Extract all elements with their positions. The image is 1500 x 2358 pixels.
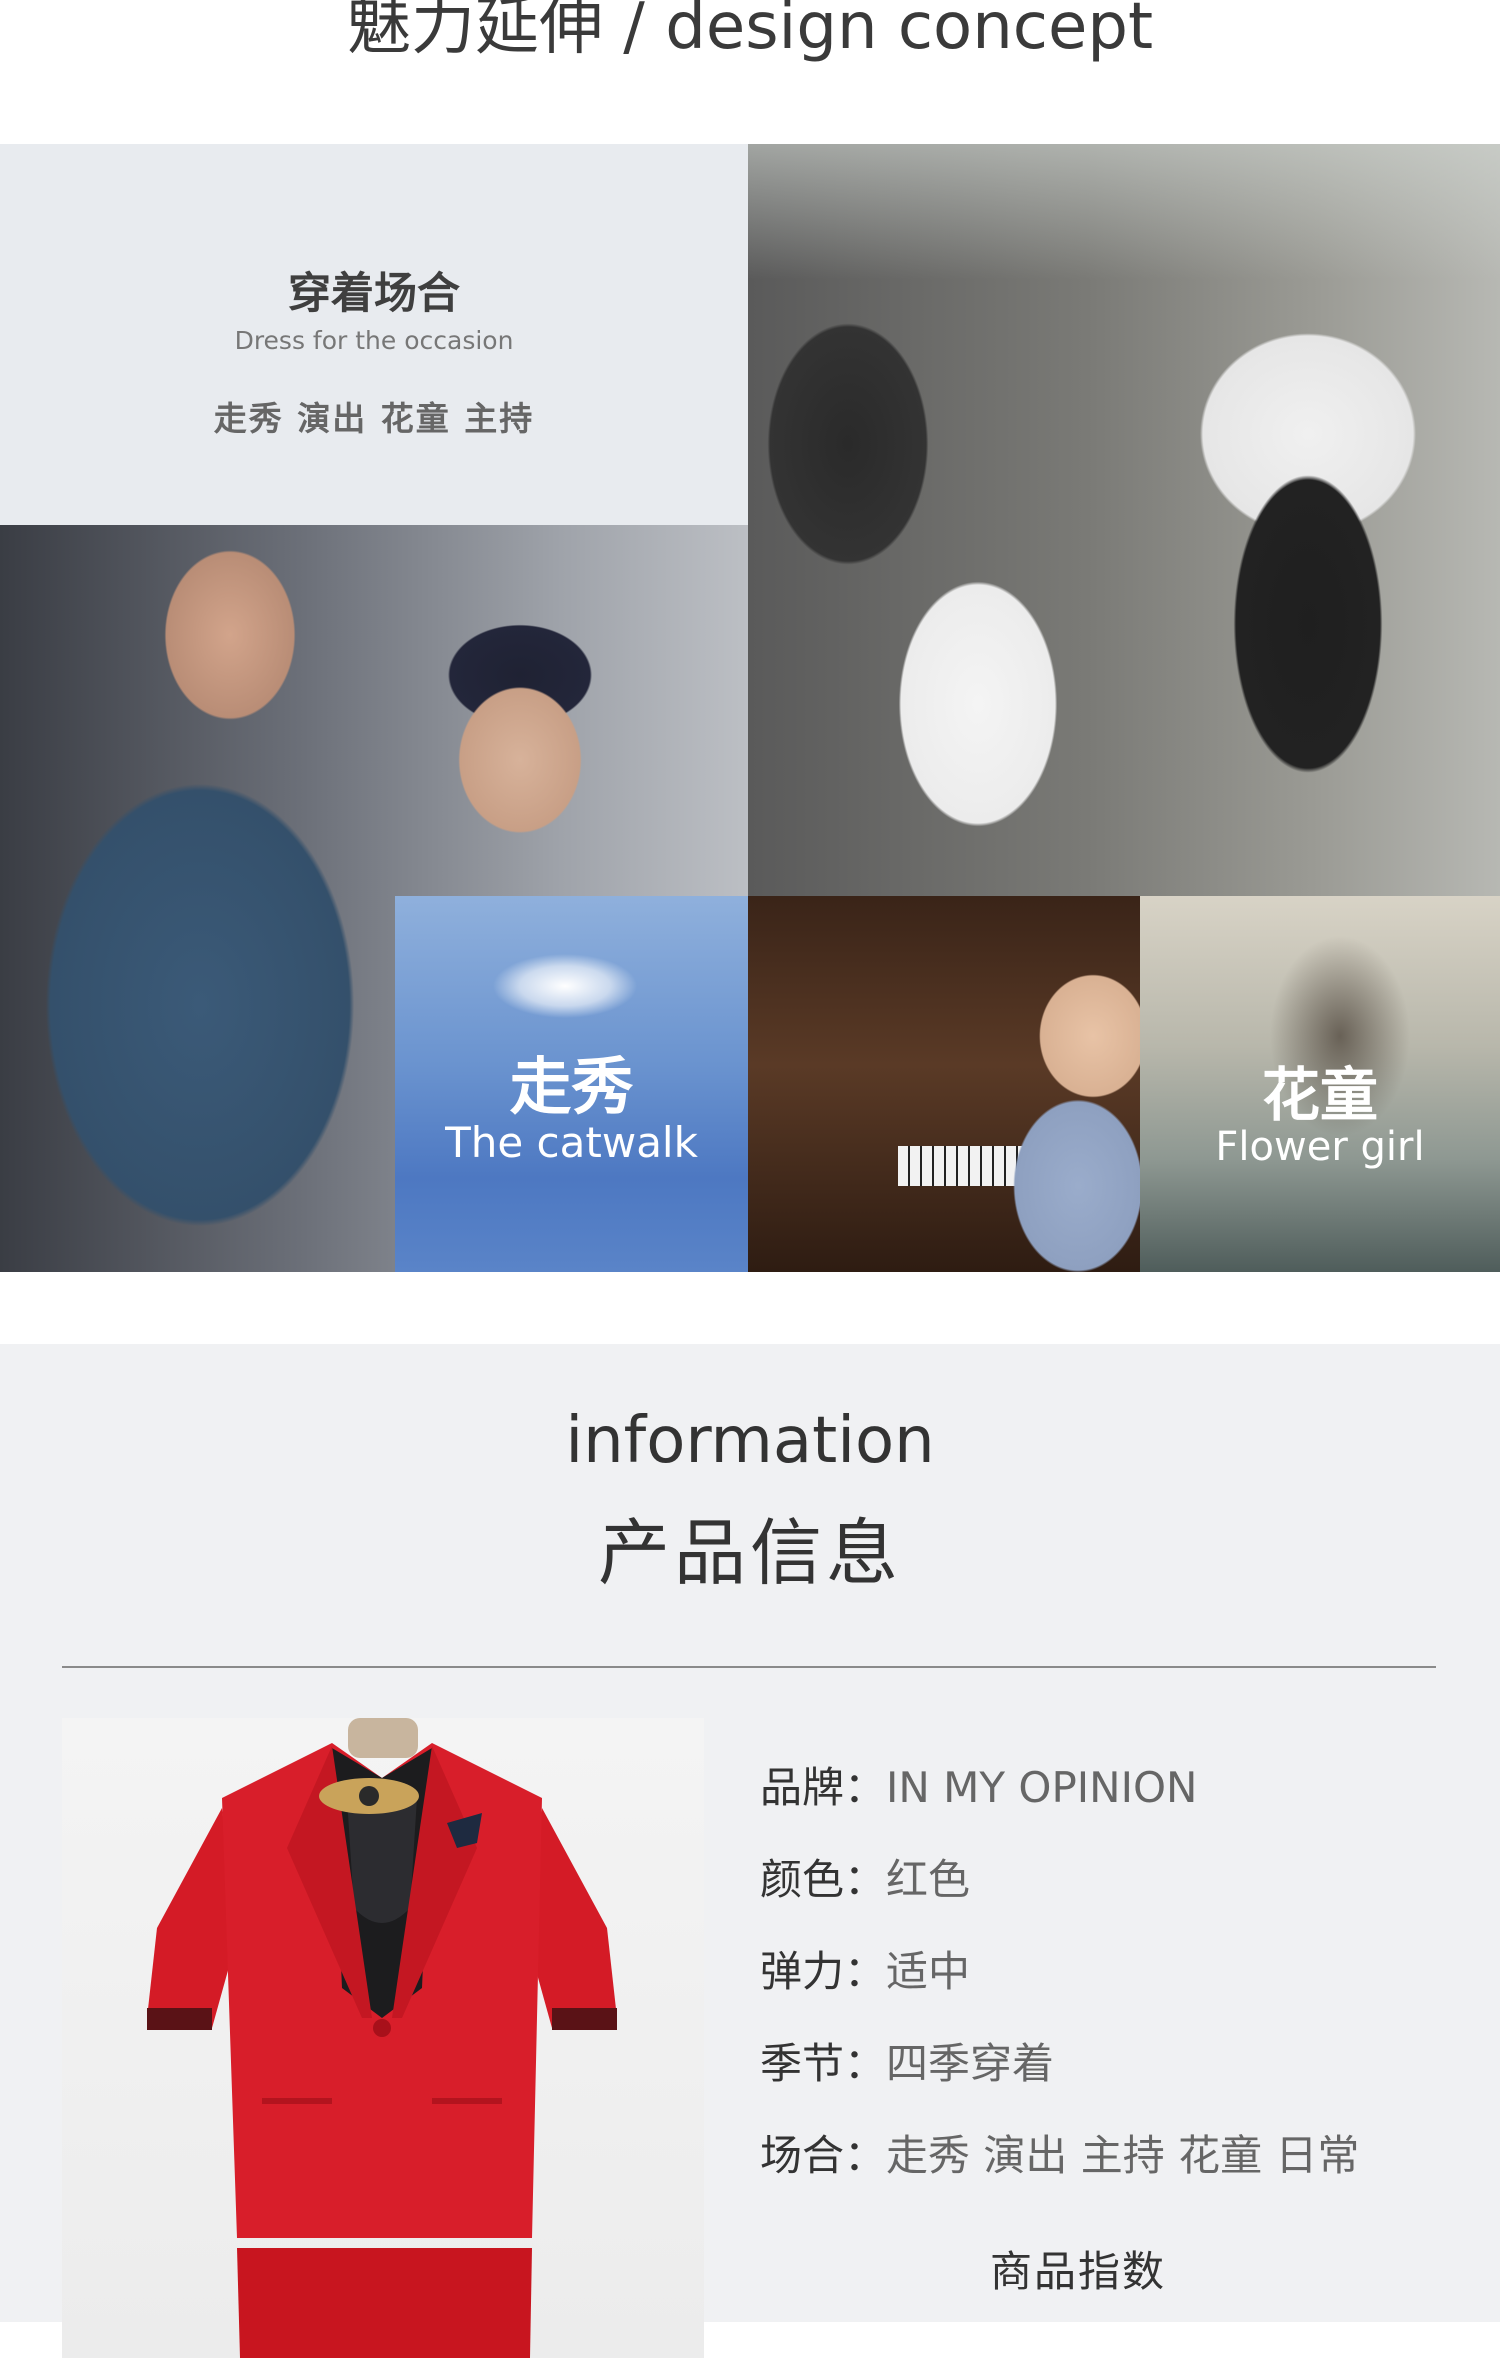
spec-value: 走秀 演出 主持 花童 日常 bbox=[886, 2131, 1360, 2180]
wedding-photo bbox=[748, 144, 1500, 896]
spec-row-brand: 品牌：IN MY OPINION bbox=[760, 1754, 1460, 1846]
divider bbox=[62, 1666, 1436, 1668]
flower-tile: 花童 Flower girl bbox=[1140, 896, 1500, 1272]
occasion-collage: 穿着场合 Dress for the occasion 走秀 演出 花童 主持 … bbox=[0, 144, 1500, 1272]
red-suit-illustration bbox=[147, 1718, 617, 2358]
occasion-subtitle: Dress for the occasion bbox=[234, 326, 514, 355]
occasion-tags: 走秀 演出 花童 主持 bbox=[213, 399, 535, 438]
piano-boy-photo bbox=[748, 896, 1140, 1272]
spec-row-occasion: 场合：走秀 演出 主持 花童 日常 bbox=[760, 2122, 1460, 2214]
product-info-section: information 产品信息 品牌：IN MY OPINION 颜色：红色 … bbox=[0, 1344, 1500, 2358]
spec-list: 品牌：IN MY OPINION 颜色：红色 弹力：适中 季节：四季穿着 场合：… bbox=[760, 1754, 1460, 2296]
spec-label: 品牌： bbox=[760, 1763, 887, 1812]
info-title-cn: 产品信息 bbox=[597, 1511, 902, 1595]
spec-value: 红色 bbox=[886, 1855, 971, 1904]
spec-label: 场合： bbox=[760, 2131, 887, 2180]
flower-title: 花童 bbox=[1261, 1061, 1378, 1129]
spec-row-season: 季节：四季穿着 bbox=[760, 2030, 1460, 2122]
product-index-title: 商品指数 bbox=[990, 2247, 1167, 2296]
flower-subtitle: Flower girl bbox=[1215, 1124, 1425, 1170]
spec-row-elasticity: 弹力：适中 bbox=[760, 1938, 1460, 2030]
spec-value: 四季穿着 bbox=[886, 2039, 1055, 2088]
catwalk-subtitle: The catwalk bbox=[445, 1118, 698, 1167]
spec-value: IN MY OPINION bbox=[886, 1763, 1198, 1812]
product-photo bbox=[62, 1718, 704, 2358]
catwalk-title: 走秀 bbox=[509, 1050, 634, 1123]
spec-label: 弹力： bbox=[760, 1947, 887, 1996]
occasion-title: 穿着场合 bbox=[288, 269, 460, 319]
spec-label: 颜色： bbox=[760, 1855, 887, 1904]
spec-label: 季节： bbox=[760, 2039, 887, 2088]
spec-value: 适中 bbox=[886, 1947, 971, 1996]
occasion-card: 穿着场合 Dress for the occasion 走秀 演出 花童 主持 bbox=[0, 144, 748, 525]
catwalk-tile: 走秀 The catwalk bbox=[395, 896, 748, 1272]
info-title-en: information bbox=[565, 1404, 935, 1478]
spec-row-color: 颜色：红色 bbox=[760, 1846, 1460, 1938]
design-concept-title: 魅力延伸 / design concept bbox=[346, 0, 1154, 64]
